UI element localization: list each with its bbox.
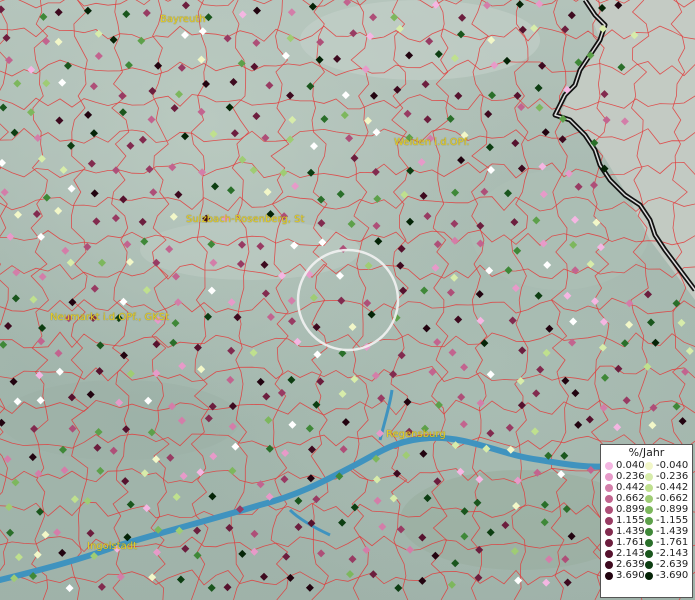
legend-row: 2.143 -2.143 (605, 548, 688, 559)
legend-value: 0.899 (616, 504, 645, 515)
legend-value: -1.761 (656, 537, 689, 548)
legend-swatch (605, 472, 613, 481)
legend-value: -0.040 (656, 460, 689, 471)
legend-value: 3.690 (616, 570, 645, 581)
legend-value: -0.442 (656, 482, 689, 493)
legend-positive-item: 0.899 (605, 504, 645, 515)
legend-value: -2.639 (656, 559, 689, 570)
legend: %/Jahr 0.040 -0.040 0.236 -0.236 0.442 -0.442… (600, 444, 693, 598)
legend-row: 2.639 -2.639 (605, 559, 688, 570)
legend-swatch (605, 527, 613, 536)
legend-value: 0.040 (616, 460, 645, 471)
legend-negative-item: -2.143 (645, 548, 688, 559)
legend-swatch (645, 527, 653, 536)
legend-positive-item: 3.690 (605, 570, 645, 581)
legend-value: 0.236 (616, 471, 645, 482)
legend-swatch (605, 483, 613, 492)
city-label-weiden: Weiden i.d.OPf. (394, 137, 470, 148)
legend-swatch (645, 472, 653, 481)
legend-swatch (605, 494, 613, 503)
legend-negative-item: -0.899 (645, 504, 688, 515)
legend-positive-item: 0.236 (605, 471, 645, 482)
legend-value: -0.236 (656, 471, 689, 482)
city-label-regensburg: Regensburg (386, 429, 446, 440)
legend-value: -3.690 (656, 570, 689, 581)
selection-circle[interactable] (0, 0, 695, 600)
city-label-sulzbach: Sulzbach-Rosenberg, St (186, 214, 305, 225)
legend-row: 0.662 -0.662 (605, 493, 688, 504)
legend-swatch (605, 538, 613, 547)
legend-negative-item: -0.662 (645, 493, 688, 504)
legend-swatch (645, 505, 653, 514)
legend-value: 1.439 (616, 526, 645, 537)
legend-row: 0.040 -0.040 (605, 460, 688, 471)
legend-negative-item: -0.236 (645, 471, 688, 482)
legend-swatch (605, 571, 613, 580)
city-label-ingolstadt: Ingolstadt (87, 541, 138, 552)
legend-value: -1.155 (656, 515, 689, 526)
legend-positive-item: 0.040 (605, 460, 645, 471)
legend-value: 1.155 (616, 515, 645, 526)
legend-positive-item: 0.442 (605, 482, 645, 493)
legend-value: -0.899 (656, 504, 689, 515)
legend-positive-item: 1.155 (605, 515, 645, 526)
legend-negative-item: -2.639 (645, 559, 688, 570)
legend-positive-item: 0.662 (605, 493, 645, 504)
legend-row: 1.439 -1.439 (605, 526, 688, 537)
legend-swatch (605, 549, 613, 558)
city-label-bayreuth: Bayreuth (160, 14, 206, 25)
legend-positive-item: 1.439 (605, 526, 645, 537)
legend-value: 2.143 (616, 548, 645, 559)
city-label-neumarkt: Neumarkt i.d.OPf., GKSt (50, 312, 170, 323)
legend-swatch (645, 560, 653, 569)
legend-swatch (645, 516, 653, 525)
legend-rows: 0.040 -0.040 0.236 -0.236 0.442 -0.442 0.662 -0… (605, 460, 688, 581)
legend-swatch (645, 461, 653, 470)
legend-swatch (645, 549, 653, 558)
legend-swatch (605, 505, 613, 514)
legend-value: -2.143 (656, 548, 689, 559)
legend-row: 1.761 -1.761 (605, 537, 688, 548)
legend-row: 0.236 -0.236 (605, 471, 688, 482)
legend-value: -0.662 (656, 493, 689, 504)
legend-row: 3.690 -3.690 (605, 570, 688, 581)
legend-negative-item: -0.040 (645, 460, 688, 471)
legend-positive-item: 2.639 (605, 559, 645, 570)
legend-row: 0.899 -0.899 (605, 504, 688, 515)
legend-value: 0.662 (616, 493, 645, 504)
legend-row: 1.155 -1.155 (605, 515, 688, 526)
legend-unit: %/Jahr (628, 446, 665, 459)
legend-value: 2.639 (616, 559, 645, 570)
legend-swatch (645, 483, 653, 492)
legend-swatch (645, 494, 653, 503)
legend-positive-item: 2.143 (605, 548, 645, 559)
legend-negative-item: -0.442 (645, 482, 688, 493)
legend-negative-item: -1.439 (645, 526, 688, 537)
legend-positive-item: 1.761 (605, 537, 645, 548)
legend-swatch (645, 571, 653, 580)
legend-value: -1.439 (656, 526, 689, 537)
legend-row: 0.442 -0.442 (605, 482, 688, 493)
legend-swatch (605, 461, 613, 470)
legend-value: 1.761 (616, 537, 645, 548)
legend-swatch (605, 560, 613, 569)
legend-negative-item: -1.155 (645, 515, 688, 526)
legend-negative-item: -3.690 (645, 570, 688, 581)
legend-swatch (645, 538, 653, 547)
legend-value: 0.442 (616, 482, 645, 493)
legend-negative-item: -1.761 (645, 537, 688, 548)
legend-swatch (605, 516, 613, 525)
map-canvas[interactable]: Bayreuth Weiden i.d.OPf. Sulzbach-Rosenb… (0, 0, 695, 600)
